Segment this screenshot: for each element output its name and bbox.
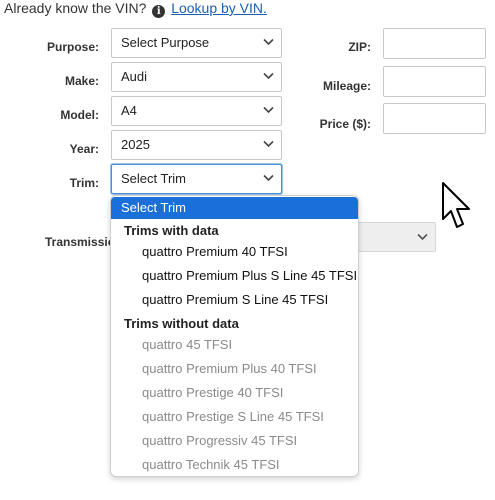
chevron-down-icon <box>263 38 274 46</box>
chevron-down-icon <box>417 233 428 241</box>
transmission-select[interactable] <box>354 222 436 252</box>
purpose-select[interactable]: Select Purpose <box>111 28 282 58</box>
trim-group-with-data: Trims with data <box>124 223 219 238</box>
year-select[interactable]: 2025 <box>111 130 282 160</box>
trim-select-value: Select Trim <box>121 171 187 186</box>
chevron-down-icon <box>263 174 274 182</box>
lookup-by-vin-link[interactable]: Lookup by VIN. <box>171 0 267 16</box>
make-select[interactable]: Audi <box>111 62 282 92</box>
trim-option-disabled: quattro Premium Plus 40 TFSI <box>142 361 317 376</box>
price-input[interactable] <box>383 103 486 134</box>
vin-prompt-text: Already know the VIN? <box>4 0 147 16</box>
mileage-input[interactable] <box>383 66 486 97</box>
chevron-down-icon <box>263 106 274 114</box>
purpose-select-value: Select Purpose <box>121 35 210 50</box>
year-select-value: 2025 <box>121 137 150 152</box>
zip-input[interactable] <box>383 28 486 59</box>
trim-option-disabled: quattro Progressiv 45 TFSI <box>142 433 298 448</box>
info-icon[interactable]: i <box>152 5 166 18</box>
trim-option[interactable]: quattro Premium Plus S Line 45 TFSI <box>111 265 358 287</box>
make-select-value: Audi <box>121 69 148 84</box>
chevron-down-icon <box>263 140 274 148</box>
price-label: Price ($): <box>319 117 371 131</box>
trim-option-disabled: quattro Prestige S Line 45 TFSI <box>142 409 324 424</box>
model-select[interactable]: A4 <box>111 96 282 126</box>
trim-label: Trim: <box>69 176 99 190</box>
trim-option-disabled: quattro Prestige 40 TFSI <box>142 385 284 400</box>
purpose-label: Purpose: <box>46 40 99 54</box>
trim-option-disabled: quattro 45 TFSI <box>142 337 233 352</box>
trim-group-without-data: Trims without data <box>124 316 239 331</box>
vin-prompt: Already know the VIN? i Lookup by VIN. <box>4 0 267 18</box>
chevron-down-icon <box>263 72 274 80</box>
make-label: Make: <box>64 74 99 88</box>
zip-label: ZIP: <box>348 40 371 54</box>
trim-dropdown-list: Select Trim Trims with data quattro Prem… <box>110 195 359 477</box>
transmission-label: Transmissio <box>45 235 116 249</box>
model-select-value: A4 <box>121 103 137 118</box>
model-label: Model: <box>60 108 99 122</box>
trim-option-disabled: quattro Technik 45 TFSI <box>142 457 280 472</box>
mouse-cursor-icon <box>441 181 473 233</box>
trim-option-selected[interactable]: Select Trim <box>111 197 358 219</box>
trim-select[interactable]: Select Trim <box>111 164 282 194</box>
mileage-label: Mileage: <box>322 79 371 93</box>
year-label: Year: <box>69 142 99 156</box>
trim-option[interactable]: quattro Premium S Line 45 TFSI <box>111 289 358 311</box>
trim-option[interactable]: quattro Premium 40 TFSI <box>111 241 358 263</box>
